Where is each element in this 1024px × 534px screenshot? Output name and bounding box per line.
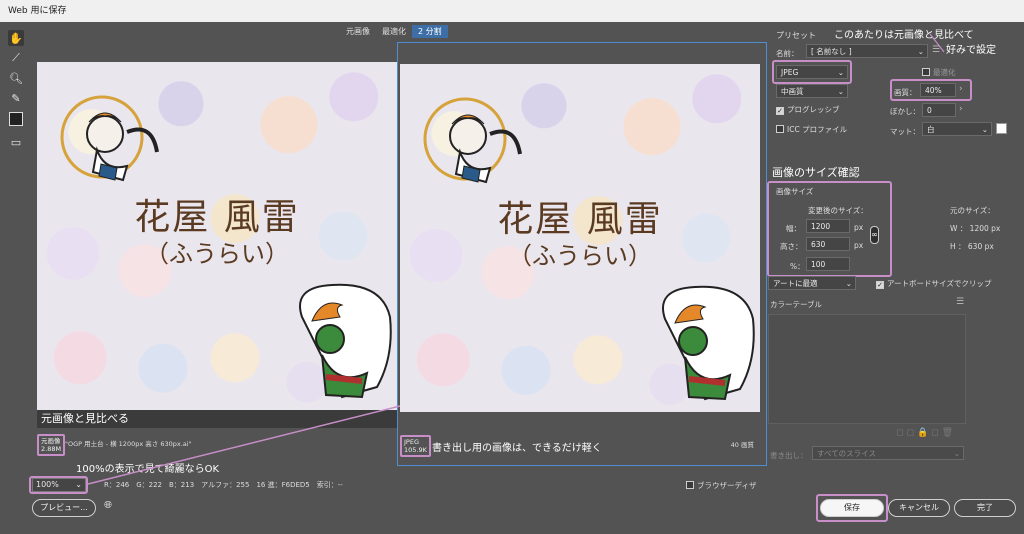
color-table-label: カラーテーブル (770, 300, 823, 309)
preset-label: プリセット (776, 31, 816, 40)
hand-icon[interactable]: ✋ (8, 30, 24, 46)
image-title: 花屋 風雷 (497, 199, 663, 240)
icc-checkbox[interactable]: ICC プロファイル (776, 124, 847, 135)
eyedropper-icon[interactable]: ✎ (8, 90, 24, 106)
blur-label: ぼかし： (890, 107, 920, 116)
raijin-illustration (423, 97, 522, 184)
blur-input[interactable]: 0 (922, 103, 956, 117)
image-size-highlight (767, 181, 892, 277)
original-size-label: 元のサイズ： (950, 206, 995, 215)
preview-button[interactable]: プレビュー... (32, 499, 96, 517)
optimized-image[interactable]: 花屋 風雷 （ふうらい） (400, 64, 760, 412)
quality-highlight (890, 79, 972, 101)
artboard-clip-checkbox[interactable]: ✓ アートボードサイズでクリップ (876, 278, 991, 289)
preset-name-select[interactable]: [ 名前なし ] ⌄ (806, 44, 928, 58)
original-filename: "OGP 用土台 - 横 1200px 高さ 630px.ai" (65, 440, 192, 448)
tab-original[interactable]: 元画像 (340, 25, 376, 38)
slice-select-icon[interactable]: ⟋ (8, 50, 24, 66)
preset-name-label: 名前： (776, 49, 799, 58)
optimized-size: 105.9K (404, 446, 427, 454)
annotation-note-2: 好みで設定 (946, 45, 996, 56)
tab-2up[interactable]: 2 分割 (412, 25, 448, 38)
zoom-icon[interactable]: 🔍︎ (8, 70, 24, 86)
optimized-quality-readout: 40 画質 (730, 441, 754, 449)
quality-level-select[interactable]: 中画質 ⌄ (776, 84, 848, 98)
resample-select[interactable]: アートに最適 ⌄ (768, 276, 856, 290)
globe-icon[interactable]: 🌐︎ (104, 500, 112, 511)
optimized-pane: 花屋 風雷 （ふうらい） JPEG 105.9K 書き出し用の画像は、できるだけ… (397, 42, 767, 466)
image-title: 花屋 風雷 (134, 197, 300, 238)
zoom-highlight (29, 476, 88, 494)
original-caption: 元画像と見比べる (37, 410, 397, 428)
original-image[interactable]: 花屋 風雷 （ふうらい） (37, 62, 397, 410)
matte-select[interactable]: 白 ⌄ (922, 122, 992, 136)
chevron-right-icon[interactable]: › (959, 104, 963, 114)
slice-visibility-icon[interactable]: ▭ (8, 134, 24, 150)
tool-column: ✋ ⟋ 🔍︎ ✎ ▭ (8, 30, 26, 154)
optimized-checkbox[interactable]: 最適化 (922, 67, 956, 78)
view-tabs: 元画像 最適化 2 分割 (340, 25, 448, 38)
tab-optimized[interactable]: 最適化 (376, 25, 412, 38)
annotation-note-1: このあたりは元画像と見比べて (834, 30, 974, 41)
matte-color-swatch[interactable] (996, 123, 1007, 134)
original-size: 2.88M (41, 445, 62, 453)
original-pane: 花屋 風雷 （ふうらい） 元画像と見比べる 元画像 2.88M "OGP 用土台… (35, 42, 397, 466)
image-subtitle: （ふうらい） (508, 242, 652, 270)
optimized-info-badge: JPEG 105.9K (400, 435, 431, 457)
fujin-illustration (662, 285, 755, 401)
matte-label: マット： (890, 127, 920, 136)
save-highlight (816, 494, 888, 522)
fujin-illustration (299, 283, 392, 399)
browser-dither-checkbox[interactable]: ブラウザーディザ (686, 480, 756, 491)
original-info-badge: 元画像 2.88M (37, 434, 66, 456)
color-readout: R：246 G：222 B：213 アルファ：255 16 進：F6DED5 索… (104, 481, 343, 489)
cancel-button[interactable]: キャンセル (888, 499, 950, 517)
image-subtitle: （ふうらい） (145, 240, 289, 268)
annotation-zoom-note: 100%の表示で見て綺麗ならOK (76, 464, 220, 475)
progressive-checkbox[interactable]: ✓ プログレッシブ (776, 104, 840, 115)
original-width: W ： 1200 px (950, 224, 1001, 233)
preset-menu-icon[interactable]: ☰ (932, 45, 940, 55)
original-height: H ： 630 px (950, 242, 994, 251)
export-select[interactable]: すべてのスライス ⌄ (812, 446, 964, 460)
annotation-size-heading: 画像のサイズ確認 (772, 166, 860, 179)
optimized-note: 書き出し用の画像は、できるだけ軽く (432, 443, 602, 454)
original-label: 元画像 (41, 437, 61, 445)
eyedropper-color-swatch[interactable] (9, 112, 23, 126)
color-table-menu-icon[interactable]: ☰ (956, 297, 964, 307)
color-table-tools[interactable]: ◻◻🔒◻🗑 (896, 428, 956, 438)
done-button[interactable]: 完了 (954, 499, 1016, 517)
raijin-illustration (60, 95, 159, 182)
color-table-panel[interactable] (768, 314, 966, 424)
optimized-format: JPEG (404, 438, 419, 446)
window-title: Web 用に保存 (0, 0, 1024, 22)
format-highlight (772, 60, 852, 84)
export-label: 書き出し： (770, 451, 808, 460)
